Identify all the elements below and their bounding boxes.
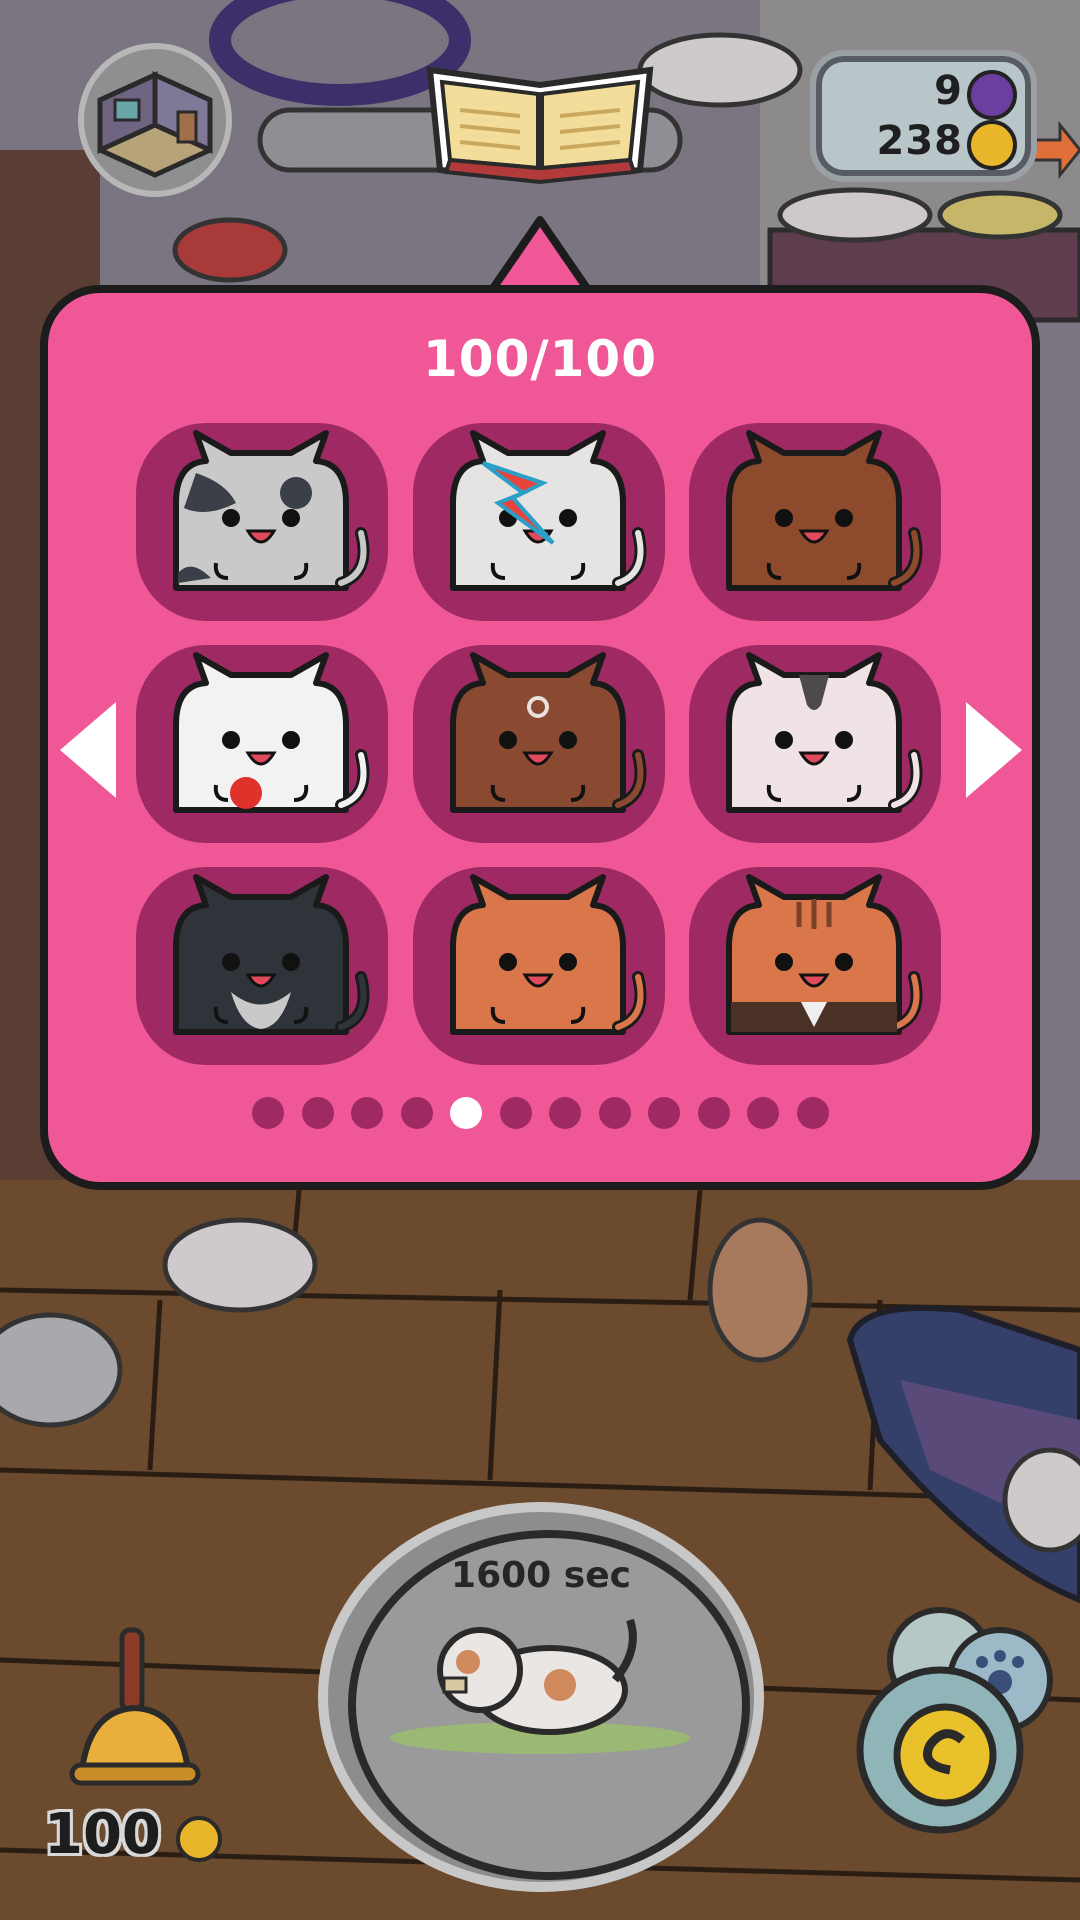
gem-count: 9 (934, 68, 963, 114)
coin-bag-button[interactable] (850, 1600, 1070, 1840)
cat-tile[interactable] (136, 645, 388, 843)
collection-counter: 100/100 (422, 330, 657, 388)
page-dot[interactable] (797, 1097, 829, 1129)
coin-count: 238 (876, 118, 963, 164)
cat-tile[interactable] (689, 645, 941, 843)
next-page-arrow[interactable] (966, 702, 1022, 798)
page-dot[interactable] (599, 1097, 631, 1129)
bell-icon[interactable] (60, 1620, 210, 1800)
page-dot[interactable] (747, 1097, 779, 1129)
cat-tile[interactable] (413, 423, 665, 621)
page-dot[interactable] (549, 1097, 581, 1129)
page-dot[interactable] (698, 1097, 730, 1129)
page-dot[interactable] (252, 1097, 284, 1129)
page-dot[interactable] (302, 1097, 334, 1129)
cat-tile[interactable] (136, 867, 388, 1065)
orange-suit-cat-icon (726, 874, 923, 1035)
walking-cat-icon (390, 1618, 690, 1754)
gray-patch-cat-icon (173, 430, 370, 591)
gold-coin-icon (967, 120, 1017, 170)
purple-gem-icon (967, 70, 1017, 120)
tuxedo-black-cat-icon (173, 874, 370, 1035)
orange-cat-icon (450, 874, 647, 1035)
page-dot[interactable] (648, 1097, 680, 1129)
coin-icon (176, 1816, 222, 1862)
bolt-cat-icon (450, 430, 647, 591)
cat-tile[interactable] (689, 867, 941, 1065)
prev-page-arrow[interactable] (60, 702, 116, 798)
page-dot[interactable] (401, 1097, 433, 1129)
page-dot[interactable] (450, 1097, 482, 1129)
brown-bindi-cat-icon (450, 652, 647, 813)
white-red-dot-cat-icon (173, 652, 370, 813)
cat-tile[interactable] (136, 423, 388, 621)
cat-tile[interactable] (413, 645, 665, 843)
white-stripe-cat-icon (726, 652, 923, 813)
currency-panel: 9 238 (810, 50, 1037, 182)
cat-tile[interactable] (413, 867, 665, 1065)
brown-cat-icon (726, 430, 923, 591)
page-dot[interactable] (351, 1097, 383, 1129)
bell-price: 100 (44, 1802, 161, 1867)
page-dot[interactable] (500, 1097, 532, 1129)
room-select-button[interactable] (70, 40, 240, 200)
cat-tile[interactable] (689, 423, 941, 621)
catalog-book-button[interactable] (420, 50, 660, 190)
